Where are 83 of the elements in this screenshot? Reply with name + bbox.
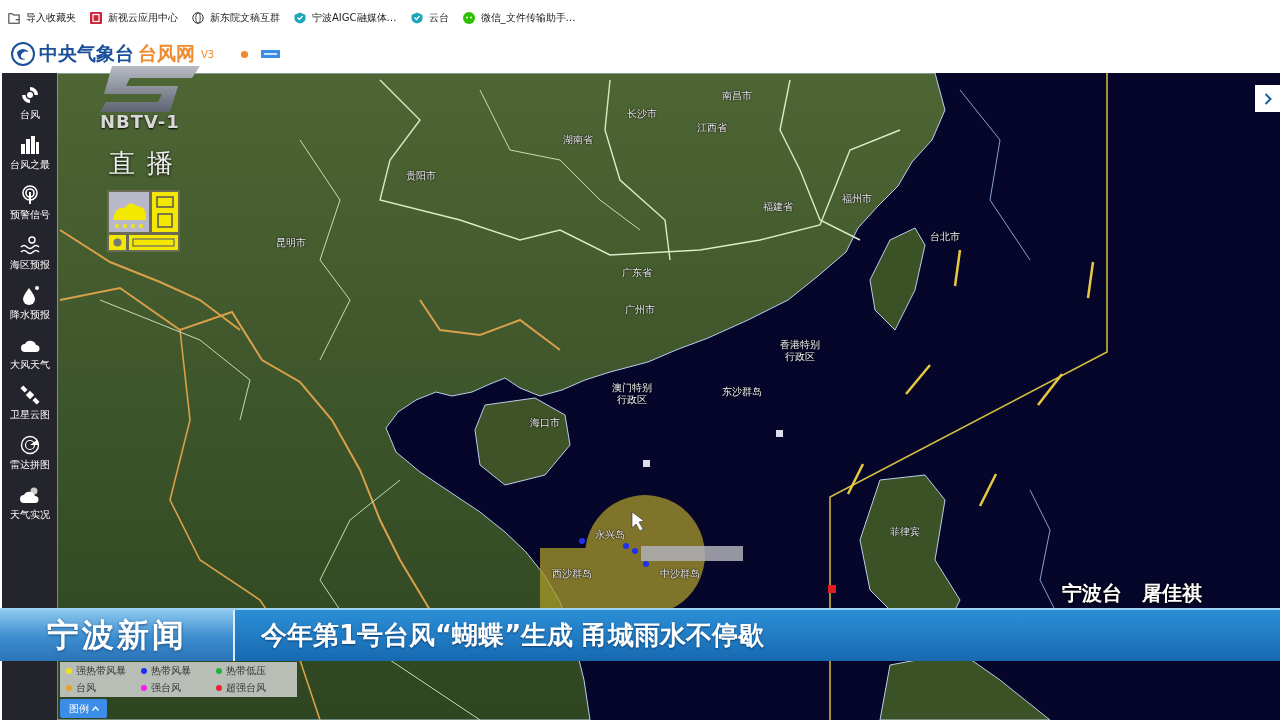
dash-marker: [978, 473, 998, 507]
map-label: 中沙群岛: [660, 568, 700, 580]
shield-icon: [294, 11, 306, 24]
globe-icon: [192, 11, 204, 24]
cursor-icon: [631, 511, 645, 532]
map-label: 福州市: [842, 193, 872, 205]
channel-label: NBTV-1: [100, 111, 180, 132]
satellite-icon: [19, 384, 40, 405]
marker-icon: [776, 430, 783, 437]
map-label: 台北市: [930, 231, 960, 243]
bookmark-item[interactable]: 新东院文稿互群: [192, 10, 280, 25]
reporter-caption: 屠佳祺: [1142, 580, 1202, 607]
program-title: 宁波新闻: [0, 610, 235, 661]
map-label: 湖南省: [563, 134, 593, 146]
map-label: 南昌市: [722, 90, 752, 102]
dash-marker: [1037, 373, 1063, 406]
map-label: 广州市: [625, 304, 655, 316]
reporter-caption: 宁波台: [1062, 580, 1122, 607]
sidebar-item[interactable]: 台风: [2, 78, 57, 128]
legend-label: 强台风: [151, 681, 181, 695]
map-label: 长沙市: [627, 108, 657, 120]
shield-icon: [410, 11, 423, 24]
headline: 今年第1号台风“蝴蝶”生成 甬城雨水不停歇: [260, 619, 765, 652]
site-subtitle: 台风网: [138, 42, 195, 66]
version-label: V3: [201, 48, 215, 60]
bookmark-item[interactable]: 宁波AIGC融媒体…: [294, 10, 397, 25]
map-label: 昆明市: [276, 237, 306, 249]
map-label: 福建省: [763, 201, 793, 213]
bookmark-item[interactable]: 导入收藏夹: [8, 10, 76, 25]
station-logo-icon: [100, 66, 200, 112]
legend-label: 热带风暴: [151, 664, 191, 678]
map-label: 广东省: [622, 267, 652, 279]
sidebar-item[interactable]: 天气实况: [2, 478, 57, 528]
rainstorm-warning-icon: [107, 190, 180, 252]
map-label: 永兴岛: [595, 529, 625, 541]
bookmark-item[interactable]: 微信_文件传输助手…: [462, 10, 576, 25]
track-point: [623, 543, 629, 549]
panel-toggle-button[interactable]: [1255, 85, 1280, 112]
logo-icon: [11, 42, 35, 66]
sidebar-item[interactable]: 降水预报: [2, 278, 57, 328]
map-label: 江西省: [697, 122, 727, 134]
dash-marker: [846, 463, 865, 495]
sidebar-item[interactable]: 台风之最: [2, 128, 57, 178]
legend-label: 超强台风: [226, 681, 266, 695]
app-icon: [90, 11, 102, 24]
track-point: [643, 561, 649, 567]
chevron-icon: [1263, 92, 1272, 105]
badge-icon: [261, 50, 281, 58]
legend-label: 台风: [76, 681, 96, 695]
bar-chart-icon: [19, 134, 40, 155]
dot-icon: [240, 49, 250, 59]
legend-label: 热带低压: [226, 664, 266, 678]
live-label: 直播: [109, 148, 185, 180]
swirl-icon: [19, 84, 40, 105]
caret-icon: [91, 706, 99, 711]
sidebar-item[interactable]: 预警信号: [2, 178, 57, 228]
chat-icon: [462, 11, 475, 24]
legend-label: 强热带风暴: [76, 664, 126, 678]
site-title: 中央气象台: [39, 42, 134, 66]
wave-icon: [19, 234, 40, 255]
dash-marker: [953, 249, 962, 287]
dash-marker: [1086, 261, 1095, 299]
bookmark-item[interactable]: 云台: [410, 10, 449, 25]
radar-icon: [19, 434, 40, 455]
folder-icon: [8, 11, 20, 24]
bookmark-item[interactable]: 新视云应用中心: [90, 10, 178, 25]
track-point: [579, 538, 585, 544]
map-label: 西沙群岛: [552, 568, 592, 580]
map-label: 菲律宾: [890, 526, 920, 538]
sidebar-item[interactable]: 海区预报: [2, 228, 57, 278]
sidebar-item[interactable]: 卫星云图: [2, 378, 57, 428]
marker-icon: [643, 460, 650, 467]
map-label: 东沙群岛: [722, 386, 762, 398]
dash-marker: [905, 364, 931, 395]
map-label: 海口市: [530, 417, 560, 429]
track-point: [632, 548, 638, 554]
map-label: 澳门特别行政区: [611, 381, 653, 405]
map-label: 贵阳市: [406, 170, 436, 182]
sidebar-item[interactable]: 大风天气: [2, 328, 57, 378]
marker-icon: [828, 585, 836, 593]
sidebar-item[interactable]: 雷达拼图: [2, 428, 57, 478]
antenna-icon: [19, 184, 40, 205]
map-label: 香港特别行政区: [779, 338, 821, 362]
